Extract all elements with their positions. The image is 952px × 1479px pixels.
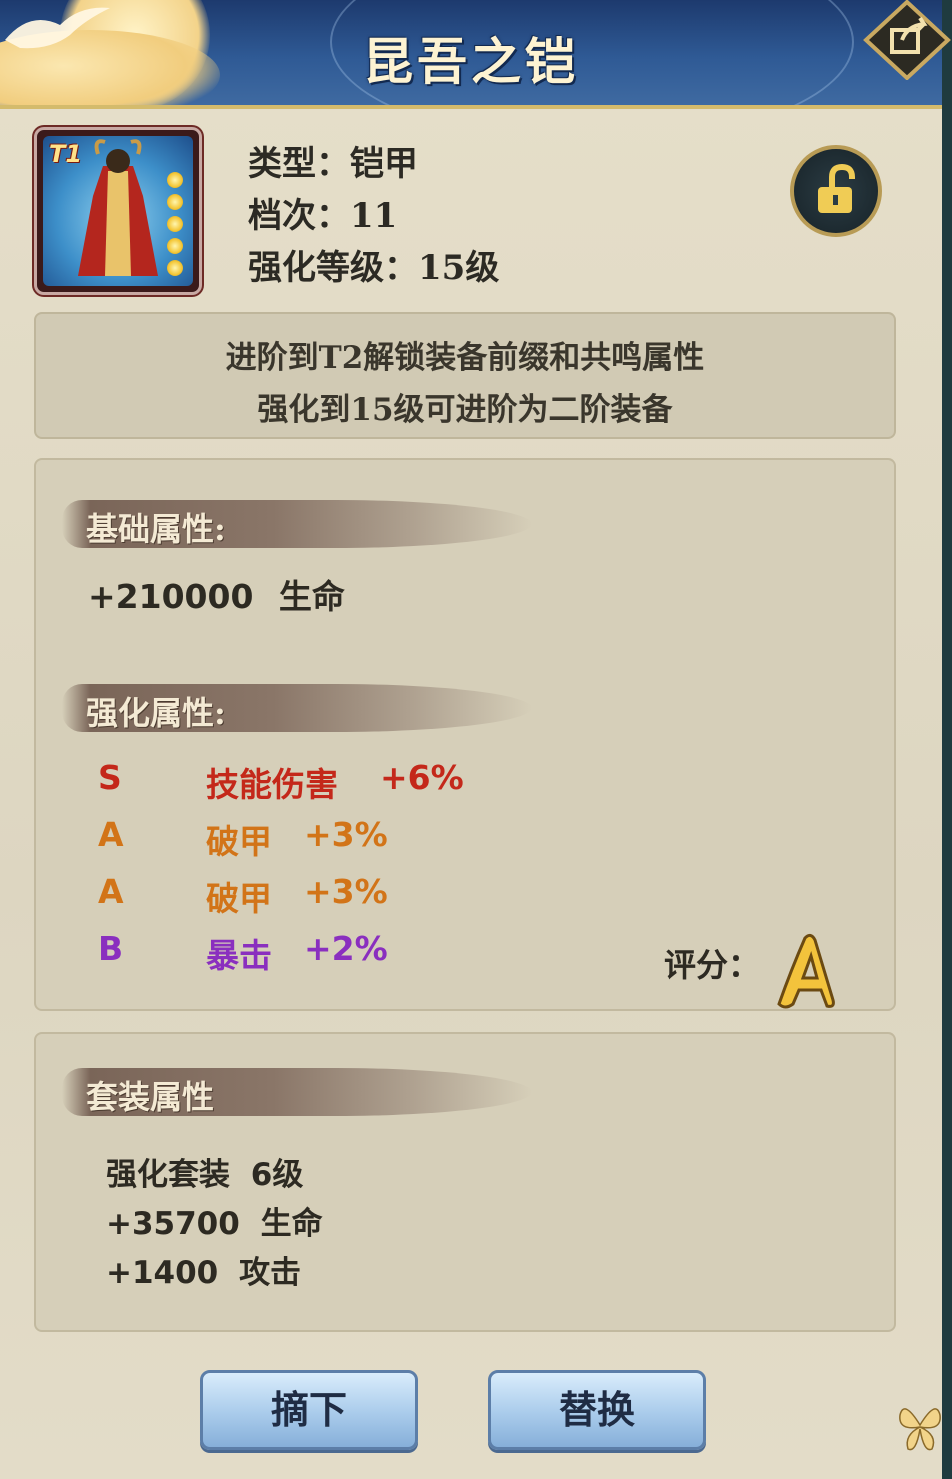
enh-row: A 破甲 +3% [98, 815, 598, 871]
tier-badge: T1 [49, 140, 83, 168]
set-attributes-panel: 套装属性 强化套装 6级 +35700 生命 +1400 攻击 [34, 1032, 896, 1332]
enh-value: +3% [304, 872, 388, 911]
enh-value: +6% [380, 758, 464, 797]
notice-line-1: 进阶到T2解锁装备前缀和共鸣属性 [225, 340, 705, 376]
set-line: +1400 攻击 [106, 1249, 323, 1298]
butterfly-icon [899, 1408, 941, 1451]
set-line: 强化套装 6级 [106, 1151, 323, 1200]
enh-name: 破甲 [206, 879, 272, 918]
set-stat: 生命 [260, 1206, 323, 1242]
attributes-panel: 基础属性: +210000 生命 强化属性: S 技能伤害 +6% A 破甲 +… [34, 458, 896, 1011]
star-icon [167, 238, 183, 254]
lock-button[interactable] [790, 145, 882, 237]
set-value: +1400 [106, 1255, 219, 1291]
enh-grade: A [98, 872, 124, 911]
item-enhance-level: 强化等级：15级 [248, 248, 500, 288]
star-column [167, 172, 189, 282]
set-value: +35700 [106, 1206, 240, 1242]
notice-line-2: 强化到15级可进阶为二阶装备 [257, 392, 673, 428]
star-icon [167, 260, 183, 276]
enh-name: 破甲 [206, 822, 272, 861]
enh-value: +3% [304, 815, 388, 854]
star-icon [167, 172, 183, 188]
base-attr-stat: 生命 [278, 577, 345, 616]
star-icon [167, 216, 183, 232]
set-level: 6级 [250, 1157, 304, 1193]
enh-grade: S [98, 758, 122, 797]
enh-row: A 破甲 +3% [98, 872, 598, 928]
set-attr-heading: 套装属性 [86, 1078, 215, 1116]
enh-attr-heading: 强化属性: [86, 694, 226, 732]
enh-row: S 技能伤害 +6% [98, 758, 598, 814]
enh-name: 暴击 [206, 936, 272, 975]
share-button[interactable] [862, 0, 952, 80]
item-grade: 档次：11 [248, 196, 398, 236]
page-title: 昆吾之铠 [363, 32, 579, 91]
score-label: 评分： [664, 946, 761, 984]
header-banner: 昆吾之铠 [0, 0, 942, 109]
item-type: 类型：铠甲 [248, 144, 418, 184]
enh-value: +2% [304, 929, 388, 968]
base-attr-value: +210000 [88, 577, 254, 616]
enh-grade: A [98, 815, 124, 854]
enh-row: B 暴击 +2% [98, 929, 598, 985]
set-line: +35700 生命 [106, 1200, 323, 1249]
upgrade-notice: 进阶到T2解锁装备前缀和共鸣属性 强化到15级可进阶为二阶装备 [34, 312, 896, 439]
set-name: 强化套装 [106, 1157, 230, 1193]
score-grade-icon: A [777, 933, 835, 1009]
enh-grade: B [98, 929, 124, 968]
base-attr-heading: 基础属性: [86, 510, 226, 548]
replace-button[interactable]: 替换 [488, 1370, 706, 1450]
enh-name: 技能伤害 [206, 765, 338, 804]
lock-icon [818, 163, 855, 213]
set-attr-lines: 强化套装 6级 +35700 生命 +1400 攻击 [106, 1151, 323, 1298]
unequip-button[interactable]: 摘下 [200, 1370, 418, 1450]
star-icon [167, 194, 183, 210]
equipment-detail-panel: 昆吾之铠 T1 类型：铠甲 档次：11 强化等级：15级 进阶到T2解锁装备前缀… [0, 0, 952, 1479]
set-stat: 攻击 [239, 1255, 302, 1291]
equipment-icon[interactable]: T1 [34, 127, 202, 295]
item-info: 类型：铠甲 档次：11 强化等级：15级 [248, 138, 499, 294]
base-attr-line: +210000 生命 [88, 570, 345, 618]
